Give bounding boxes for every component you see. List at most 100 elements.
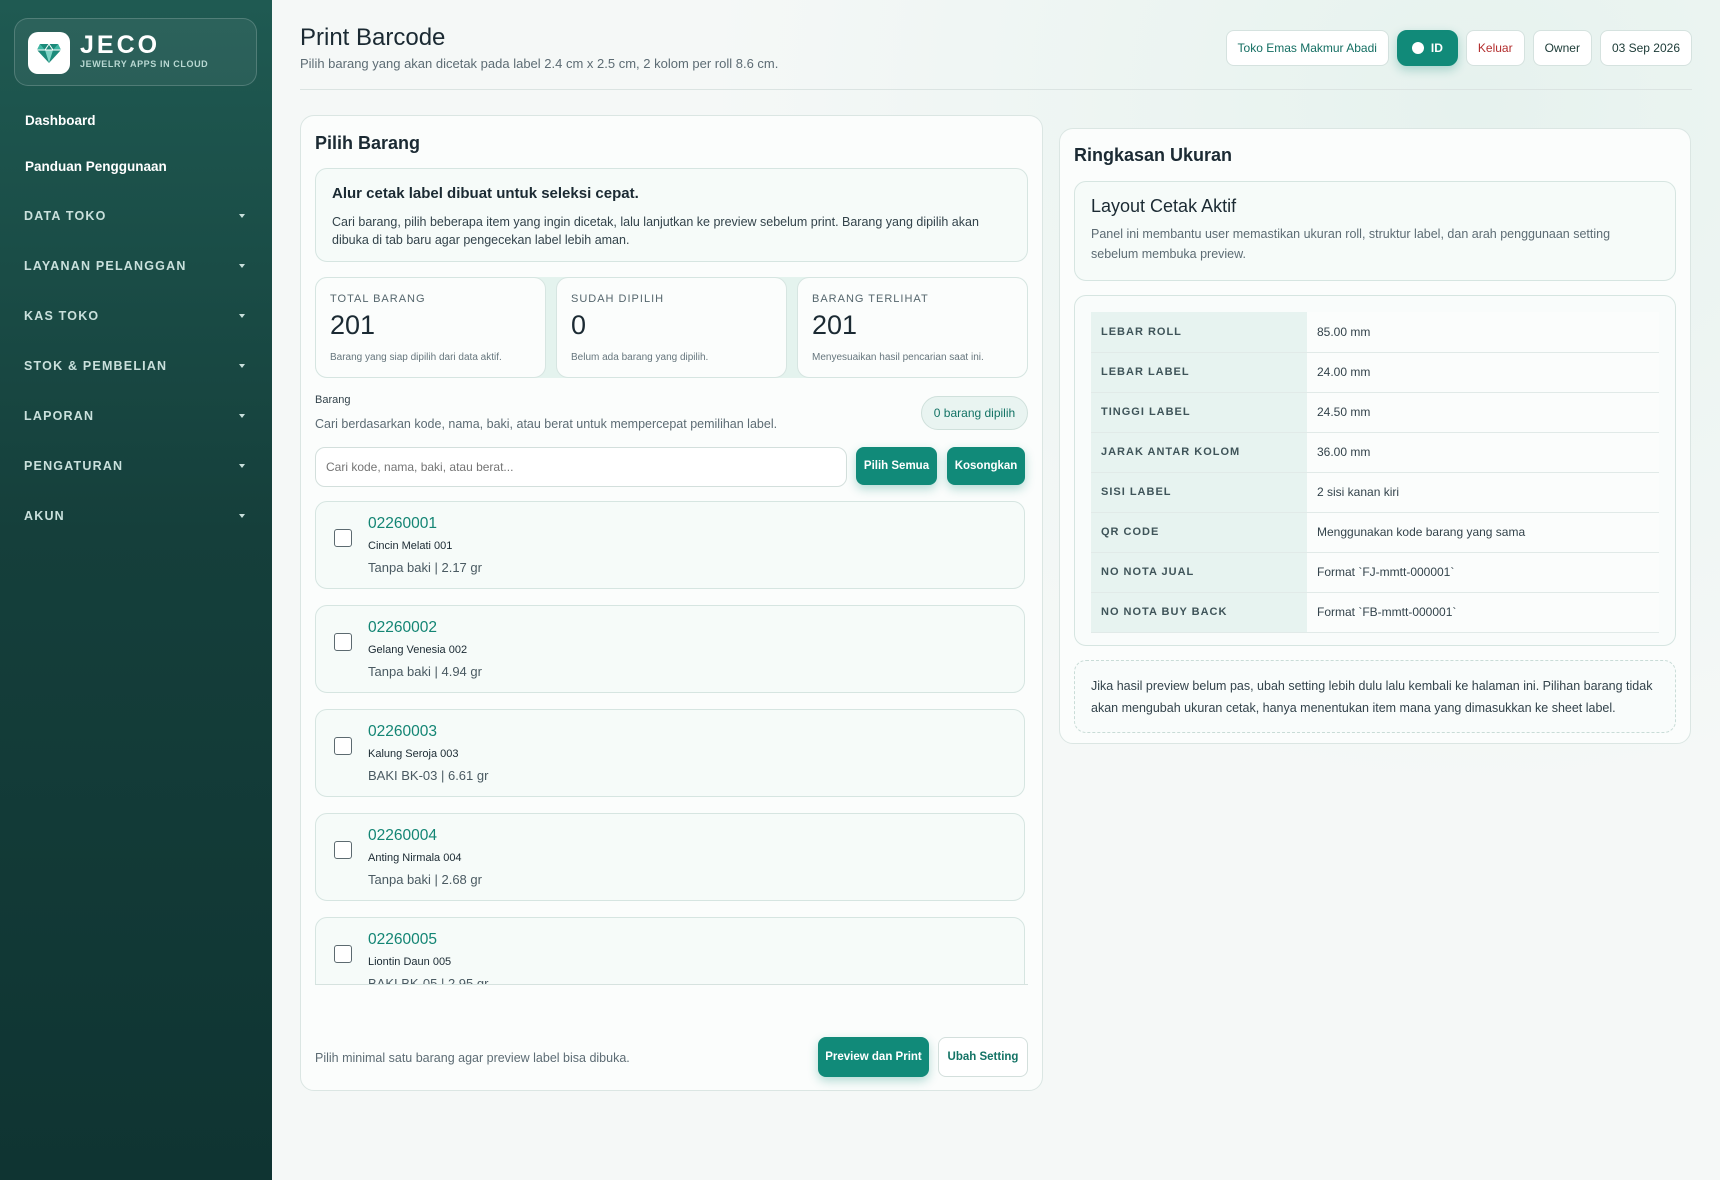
info-text: Cari barang, pilih beberapa item yang in…	[332, 215, 979, 247]
pilih-barang-card: Pilih Barang Alur cetak label dibuat unt…	[300, 115, 1043, 1091]
spec-key: SISI LABEL	[1091, 472, 1307, 513]
item-meta: Tanpa baki | 4.94 gr	[368, 664, 482, 679]
role-badge: Owner	[1532, 30, 1592, 66]
diamond-logo-icon	[28, 32, 70, 74]
stat-label: BARANG TERLIHAT	[812, 293, 929, 305]
stat-value: 0	[571, 310, 587, 340]
change-settings-button[interactable]: Ubah Setting	[938, 1037, 1028, 1077]
list-item[interactable]: 02260001 Cincin Melati 001 Tanpa baki | …	[315, 501, 1025, 589]
table-row: TINGGI LABEL 24.50 mm	[1091, 392, 1659, 433]
item-code: 02260001	[368, 515, 437, 532]
spec-key: NO NOTA JUAL	[1091, 552, 1307, 593]
item-code: 02260004	[368, 827, 437, 844]
list-item[interactable]: 02260005 Liontin Daun 005 BAKI BK-05 | 2…	[315, 917, 1025, 985]
store-selector[interactable]: Toko Emas Makmur Abadi	[1225, 30, 1389, 66]
chevron-down-icon	[239, 464, 245, 468]
list-item[interactable]: 02260002 Gelang Venesia 002 Tanpa baki |…	[315, 605, 1025, 693]
item-name: Liontin Daun 005	[368, 956, 452, 968]
spec-value: 24.50 mm	[1307, 392, 1659, 433]
stats-row: TOTAL BARANG 201 Barang yang siap dipili…	[315, 277, 1028, 378]
list-item[interactable]: 02260004 Anting Nirmala 004 Tanpa baki |…	[315, 813, 1025, 901]
sidebar-item-dashboard[interactable]: Dashboard	[25, 113, 96, 128]
table-row: LEBAR ROLL 85.00 mm	[1091, 312, 1659, 353]
info-title: Alur cetak label dibuat untuk seleksi ce…	[332, 185, 639, 202]
spec-value: 24.00 mm	[1307, 352, 1659, 393]
page-title: Print Barcode	[300, 24, 446, 51]
brand-name: JECO	[80, 31, 161, 59]
list-item[interactable]: 02260003 Kalung Seroja 003 BAKI BK-03 | …	[315, 709, 1025, 797]
brand-tagline: JEWELRY APPS IN CLOUD	[80, 59, 209, 69]
card-title: Ringkasan Ukuran	[1074, 145, 1233, 165]
spec-key: LEBAR LABEL	[1091, 352, 1307, 393]
hint-text: Jika hasil preview belum pas, ubah setti…	[1091, 679, 1653, 715]
logout-button[interactable]: Keluar	[1465, 30, 1525, 66]
chevron-down-icon	[239, 514, 245, 518]
sidebar-group-label: LAPORAN	[24, 409, 95, 423]
header-divider	[300, 89, 1692, 90]
chevron-down-icon	[239, 364, 245, 368]
sidebar-item-panduan[interactable]: Panduan Penggunaan	[25, 159, 167, 174]
layout-info-box: Layout Cetak Aktif Panel ini membantu us…	[1074, 181, 1676, 281]
item-meta: BAKI BK-05 | 2.95 gr	[368, 976, 489, 985]
table-row: LEBAR LABEL 24.00 mm	[1091, 352, 1659, 393]
item-checkbox[interactable]	[334, 841, 352, 859]
item-checkbox[interactable]	[334, 945, 352, 963]
sidebar-group-data-toko[interactable]: DATA TOKO	[24, 209, 246, 223]
selected-count-badge: 0 barang dipilih	[921, 396, 1028, 430]
chevron-down-icon	[239, 414, 245, 418]
sidebar-group-label: AKUN	[24, 509, 65, 523]
spec-key: QR CODE	[1091, 512, 1307, 553]
chevron-down-icon	[239, 214, 245, 218]
preview-print-button[interactable]: Preview dan Print	[818, 1037, 929, 1077]
stat-note: Menyesuaikan hasil pencarian saat ini.	[812, 352, 984, 363]
sidebar-group-akun[interactable]: AKUN	[24, 509, 246, 523]
sidebar-group-label: PENGATURAN	[24, 459, 124, 473]
stat-note: Belum ada barang yang dipilih.	[571, 352, 709, 363]
sidebar-group-pengaturan[interactable]: PENGATURAN	[24, 459, 246, 473]
spec-value: 2 sisi kanan kiri	[1307, 472, 1659, 513]
brand-block[interactable]: JECO JEWELRY APPS IN CLOUD	[14, 18, 257, 86]
stat-value: 201	[330, 310, 376, 340]
select-all-button[interactable]: Pilih Semua	[856, 447, 937, 485]
item-code: 02260003	[368, 723, 437, 740]
stat-barang-terlihat: BARANG TERLIHAT 201 Menyesuaikan hasil p…	[797, 277, 1028, 378]
clear-button[interactable]: Kosongkan	[947, 447, 1025, 485]
language-toggle[interactable]: ID	[1396, 30, 1458, 66]
item-checkbox[interactable]	[334, 529, 352, 547]
page-subtitle: Pilih barang yang akan dicetak pada labe…	[300, 56, 779, 71]
ringkasan-ukuran-card: Ringkasan Ukuran Layout Cetak Aktif Pane…	[1059, 128, 1691, 744]
footer-note: Pilih minimal satu barang agar preview l…	[315, 1051, 630, 1065]
stat-note: Barang yang siap dipilih dari data aktif…	[330, 352, 502, 363]
table-row: QR CODE Menggunakan kode barang yang sama	[1091, 512, 1659, 553]
spec-value: Format `FJ-mmtt-000001`	[1307, 552, 1659, 593]
layout-desc: Panel ini membantu user memastikan ukura…	[1091, 227, 1611, 261]
date-badge: 03 Sep 2026	[1599, 30, 1692, 66]
spec-value: 85.00 mm	[1307, 312, 1659, 353]
item-meta: Tanpa baki | 2.17 gr	[368, 560, 482, 575]
stat-value: 201	[812, 310, 858, 340]
sidebar-group-layanan-pelanggan[interactable]: LAYANAN PELANGGAN	[24, 259, 246, 273]
sidebar-group-laporan[interactable]: LAPORAN	[24, 409, 246, 423]
item-checkbox[interactable]	[334, 737, 352, 755]
stat-label: SUDAH DIPILIH	[571, 293, 665, 305]
item-code: 02260005	[368, 931, 437, 948]
field-label: Barang	[315, 394, 351, 406]
card-title: Pilih Barang	[315, 133, 421, 153]
stat-sudah-dipilih: SUDAH DIPILIH 0 Belum ada barang yang di…	[556, 277, 787, 378]
item-list[interactable]: 02260001 Cincin Melati 001 Tanpa baki | …	[315, 501, 1028, 985]
stat-total-barang: TOTAL BARANG 201 Barang yang siap dipili…	[315, 277, 546, 378]
spec-key: JARAK ANTAR KOLOM	[1091, 432, 1307, 473]
item-name: Anting Nirmala 004	[368, 852, 462, 864]
item-checkbox[interactable]	[334, 633, 352, 651]
sidebar-group-stok-pembelian[interactable]: STOK & PEMBELIAN	[24, 359, 246, 373]
item-code: 02260002	[368, 619, 437, 636]
sidebar-group-label: LAYANAN PELANGGAN	[24, 259, 187, 273]
sidebar-group-kas-toko[interactable]: KAS TOKO	[24, 309, 246, 323]
table-row: JARAK ANTAR KOLOM 36.00 mm	[1091, 432, 1659, 473]
language-label: ID	[1430, 41, 1443, 55]
spec-value: Menggunakan kode barang yang sama	[1307, 512, 1659, 553]
spec-key: LEBAR ROLL	[1091, 312, 1307, 353]
sidebar-group-label: DATA TOKO	[24, 209, 107, 223]
search-input[interactable]	[315, 447, 847, 487]
top-actions: Toko Emas Makmur Abadi ID Keluar Owner 0…	[1225, 30, 1692, 66]
